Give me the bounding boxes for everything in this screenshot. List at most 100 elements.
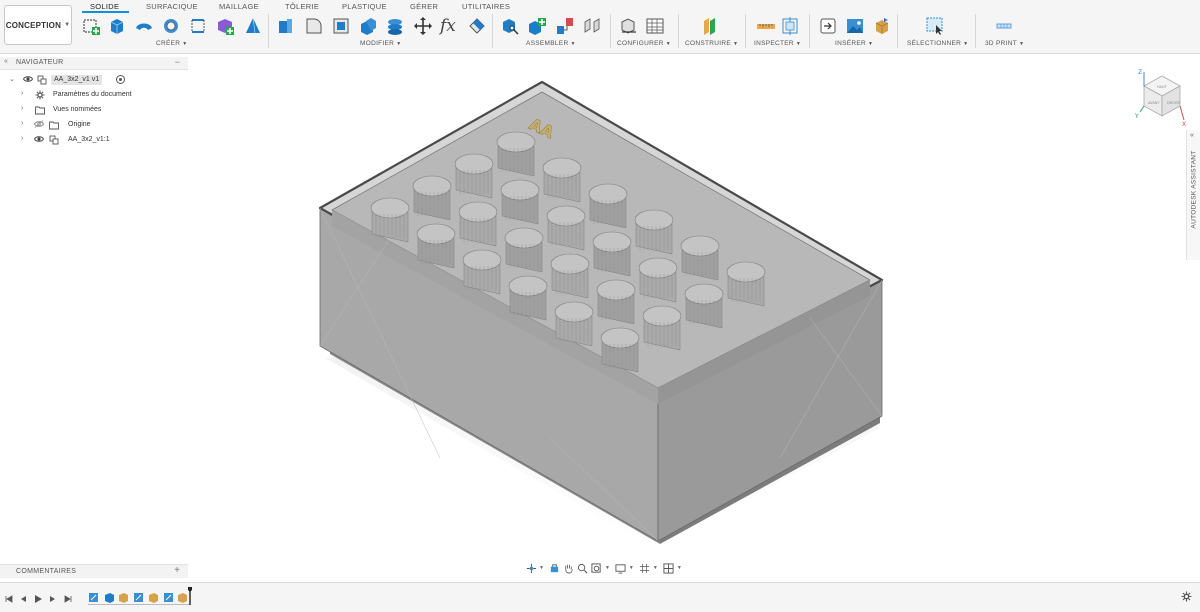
fit-to-window-icon[interactable] <box>591 562 603 574</box>
chevron-down-icon[interactable]: ▼ <box>653 565 658 571</box>
zoom-icon[interactable] <box>577 562 589 574</box>
interference-icon[interactable] <box>780 16 800 36</box>
configure-icon[interactable] <box>619 16 639 36</box>
pan-hand-icon[interactable] <box>563 562 575 574</box>
3d-canvas-viewport[interactable]: AA <box>190 58 1170 578</box>
timeline-feature-extrude-icon[interactable] <box>104 590 115 603</box>
timeline-feature-sketch-icon[interactable] <box>133 590 144 602</box>
expand-panel-icon[interactable]: « <box>1190 132 1194 139</box>
tree-item-document-settings[interactable]: › Paramètres du document <box>0 88 188 102</box>
viewports-icon[interactable] <box>663 562 675 574</box>
tab-gerer[interactable]: GÉRER <box>410 2 438 11</box>
chevron-right-icon[interactable]: › <box>21 120 23 127</box>
shell-icon[interactable] <box>358 16 378 36</box>
timeline-feature-component-icon[interactable] <box>177 590 188 603</box>
extrude-icon[interactable] <box>107 16 127 36</box>
joint-icon[interactable] <box>527 16 547 36</box>
chevron-right-icon[interactable]: › <box>21 105 23 112</box>
group-3d-print-menu[interactable]: 3D PRINT ▼ <box>985 40 1024 47</box>
chevron-down-icon: ▼ <box>396 41 402 47</box>
group-configurer-menu[interactable]: CONFIGURER ▼ <box>617 40 671 47</box>
insert-mcmaster-icon[interactable] <box>872 16 892 36</box>
display-settings-icon[interactable] <box>615 562 627 574</box>
grid-snap-icon[interactable] <box>639 562 651 574</box>
cone-primitive-icon[interactable] <box>243 16 263 36</box>
model-battery-tray[interactable]: AA <box>190 58 1170 578</box>
fillet-icon[interactable] <box>304 16 324 36</box>
visibility-eye-icon[interactable] <box>23 75 33 83</box>
group-creer-menu[interactable]: CRÉER ▼ <box>156 40 188 47</box>
sweep-icon[interactable] <box>161 16 181 36</box>
tree-item-component-instance[interactable]: › AA_3x2_v1:1 <box>0 133 188 147</box>
group-construire-menu[interactable]: CONSTRUIRE ▼ <box>685 40 738 47</box>
as-built-joint-icon[interactable] <box>555 16 575 36</box>
timeline-feature-component-icon[interactable] <box>148 590 159 603</box>
compute-all-icon[interactable] <box>467 16 487 36</box>
tree-item-named-views[interactable]: › Vues nommées <box>0 103 188 117</box>
offset-plane-icon[interactable] <box>701 16 721 36</box>
battery-slot-opening <box>454 153 494 175</box>
add-comment-button[interactable]: + <box>174 565 180 576</box>
insert-canvas-icon[interactable] <box>845 16 865 36</box>
tree-item-root-component[interactable]: ⌄ AA_3x2_v1 v1 <box>0 73 188 87</box>
comments-panel-header[interactable]: COMMENTAIRES + <box>0 564 188 578</box>
hidden-eye-icon[interactable] <box>34 120 44 128</box>
chamfer-icon[interactable] <box>331 16 351 36</box>
chevron-down-icon[interactable]: ▼ <box>539 565 544 571</box>
step-forward-icon[interactable] <box>48 591 58 602</box>
group-modifier-menu[interactable]: MODIFIER ▼ <box>360 40 401 47</box>
chevron-right-icon[interactable]: › <box>21 90 23 97</box>
parameters-fx-icon[interactable]: fx <box>440 16 464 36</box>
box-primitive-icon[interactable] <box>215 16 235 36</box>
3d-print-icon[interactable] <box>994 16 1014 36</box>
group-inserer-menu[interactable]: INSÉRER ▼ <box>835 40 873 47</box>
select-window-icon[interactable] <box>925 16 945 36</box>
chevron-down-icon[interactable]: ▼ <box>629 565 634 571</box>
timeline-feature-sketch-icon[interactable] <box>88 590 99 602</box>
measure-icon[interactable] <box>756 16 776 36</box>
tab-plastique[interactable]: PLASTIQUE <box>342 2 387 11</box>
battery-slot-opening <box>370 197 410 219</box>
tree-item-origin[interactable]: › Origine <box>0 118 188 132</box>
new-component-icon[interactable] <box>500 16 520 36</box>
tab-surfacique[interactable]: SURFACIQUE <box>146 2 198 11</box>
timeline-feature-sketch-icon[interactable] <box>163 590 174 602</box>
navigator-header: « NAVIGATEUR − <box>0 57 188 70</box>
insert-derive-icon[interactable] <box>818 16 838 36</box>
minimize-navigator-button[interactable]: − <box>175 57 180 67</box>
go-to-end-icon[interactable] <box>63 591 73 603</box>
group-selectionner-menu[interactable]: SÉLECTIONNER ▼ <box>907 40 968 47</box>
tab-utilitaires[interactable]: UTILITAIRES <box>462 2 510 11</box>
drive-joints-icon[interactable] <box>582 16 602 36</box>
timeline-feature-component-icon[interactable] <box>118 590 129 603</box>
look-at-icon[interactable] <box>549 562 561 574</box>
step-back-icon[interactable] <box>18 591 28 602</box>
timeline-settings-gear-icon[interactable] <box>1181 591 1192 602</box>
viewcube-navigation[interactable]: HAUT AVANT DROITE Z X Y <box>1130 64 1190 128</box>
play-icon[interactable] <box>33 591 43 603</box>
autodesk-assistant-panel-tab[interactable]: « AUTODESK ASSISTANT <box>1186 130 1200 260</box>
tab-maillage[interactable]: MAILLAGE <box>219 2 259 11</box>
configuration-table-icon[interactable] <box>645 16 665 36</box>
tab-tolerie[interactable]: TÔLERIE <box>285 2 319 11</box>
chevron-down-icon[interactable]: ▼ <box>677 565 682 571</box>
combine-icon[interactable] <box>385 16 405 36</box>
chevron-down-icon[interactable]: ▼ <box>605 565 610 571</box>
go-to-start-icon[interactable] <box>4 591 14 603</box>
tab-solide[interactable]: SOLIDE <box>90 2 119 11</box>
loft-icon[interactable] <box>188 16 208 36</box>
group-assembler-menu[interactable]: ASSEMBLER ▼ <box>526 40 576 47</box>
revolve-icon[interactable] <box>134 16 154 36</box>
timeline-position-marker[interactable] <box>188 587 192 605</box>
collapse-panel-icon[interactable]: « <box>4 58 8 65</box>
visibility-eye-icon[interactable] <box>34 135 44 143</box>
chevron-right-icon[interactable]: › <box>21 135 23 142</box>
move-copy-icon[interactable] <box>413 16 433 36</box>
activate-target-icon[interactable] <box>116 75 125 84</box>
press-pull-icon[interactable] <box>276 16 296 36</box>
workspace-switcher-button[interactable]: CONCEPTION ▼ <box>4 5 72 45</box>
create-sketch-icon[interactable] <box>82 16 102 36</box>
orbit-icon[interactable] <box>525 562 537 574</box>
chevron-down-icon[interactable]: ⌄ <box>9 75 15 83</box>
group-inspecter-menu[interactable]: INSPECTER ▼ <box>754 40 801 47</box>
